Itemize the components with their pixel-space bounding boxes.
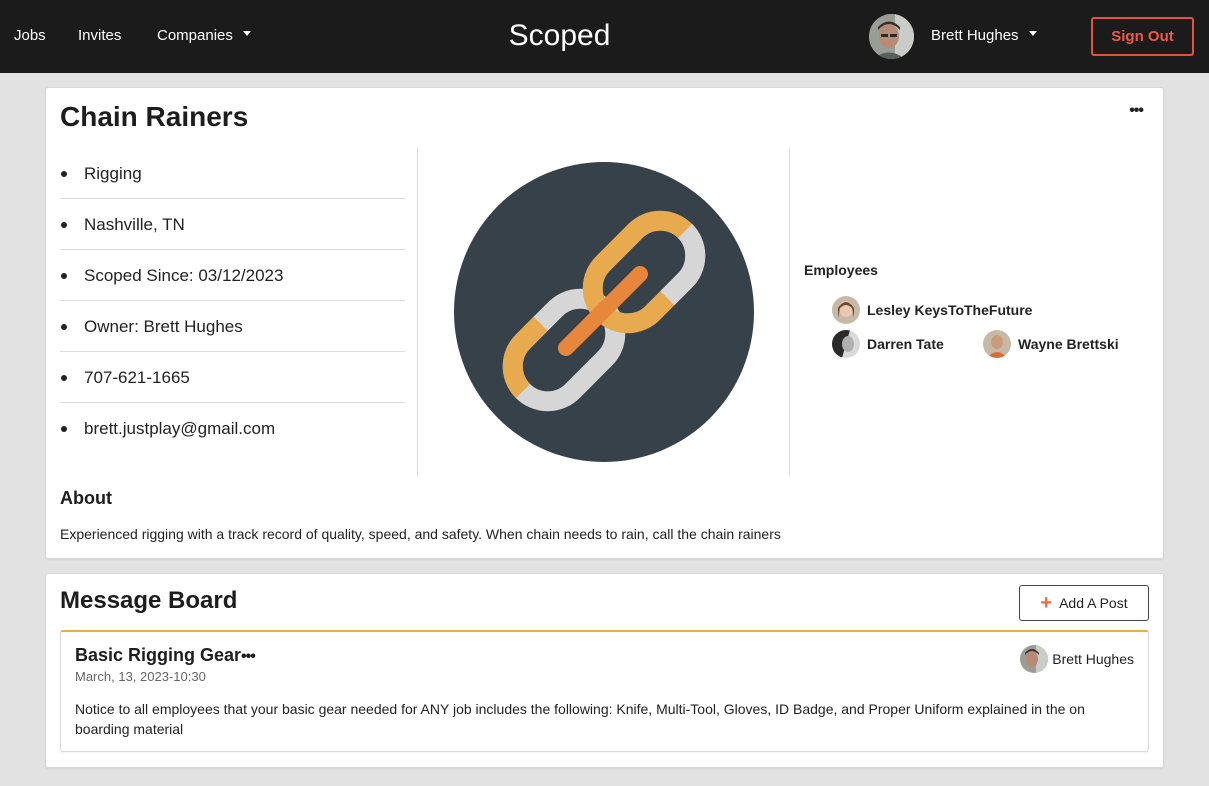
top-navbar: Jobs Invites Companies Scoped Brett Hugh… [0,0,1209,73]
post-date: March, 13, 2023-10:30 [75,669,206,684]
message-board-card: Message Board + Add A Post Basic Rigging… [45,573,1164,768]
employee-avatar [832,330,860,358]
employee-photo-icon [832,296,860,324]
employee-avatar [983,330,1011,358]
chain-link-icon [454,162,754,462]
more-horizontal-icon[interactable]: ••• [1129,102,1144,120]
column-divider [789,148,790,476]
detail-owner: Owner: Brett Hughes [60,301,405,352]
post-title-text: Basic Rigging Gear [75,645,242,665]
employee-item[interactable]: Darren Tate [832,329,944,359]
author-photo-icon [1020,645,1049,673]
post-author-avatar [1020,645,1049,673]
employee-photo-icon [983,330,1011,358]
about-heading: About [60,488,112,508]
company-card: Chain Rainers ••• Rigging Nashville, TN … [45,87,1164,559]
employee-photo-icon [832,330,860,358]
employee-item[interactable]: Wayne Brettski [983,329,1119,359]
detail-industry: Rigging [60,148,405,199]
post-more-icon[interactable]: ••• [241,648,256,665]
post-author[interactable]: Brett Hughes [1020,645,1134,673]
company-details-list: Rigging Nashville, TN Scoped Since: 03/1… [60,148,405,454]
caret-down-icon [1028,30,1037,36]
user-avatar[interactable] [869,14,914,59]
detail-phone: 707-621-1665 [60,352,405,403]
post-card: Basic Rigging Gear••• March, 13, 2023-10… [60,630,1149,752]
plus-icon: + [1040,592,1053,614]
post-author-name: Brett Hughes [1052,651,1134,667]
company-name: Chain Rainers [60,101,249,132]
about-text: Experienced rigging with a track record … [60,526,781,542]
column-divider [417,148,418,476]
add-post-label: Add A Post [1059,595,1128,611]
post-body: Notice to all employees that your basic … [75,701,1085,737]
detail-location: Nashville, TN [60,199,405,250]
employee-item[interactable]: Lesley KeysToTheFuture [832,295,1032,325]
employee-name: Wayne Brettski [1018,336,1119,352]
user-name-label: Brett Hughes [931,27,1019,44]
detail-scoped-since: Scoped Since: 03/12/2023 [60,250,405,301]
post-title: Basic Rigging Gear••• [75,645,256,666]
message-board-title: Message Board [60,587,238,614]
employee-name: Lesley KeysToTheFuture [867,302,1033,318]
employee-name: Darren Tate [867,336,944,352]
company-logo [454,162,754,462]
user-menu-dropdown[interactable]: Brett Hughes [931,27,1037,45]
user-photo-icon [869,14,914,59]
detail-email: brett.justplay@gmail.com [60,403,405,454]
add-post-button[interactable]: + Add A Post [1019,585,1149,621]
employee-avatar [832,296,860,324]
sign-out-button[interactable]: Sign Out [1091,17,1194,56]
employees-heading: Employees [804,262,878,278]
